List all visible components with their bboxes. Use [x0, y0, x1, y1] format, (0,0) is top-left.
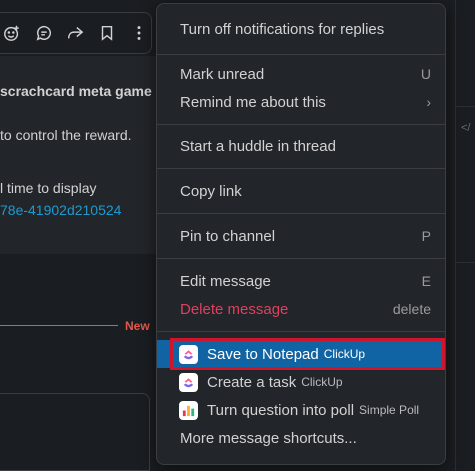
shortcut-key: P	[421, 228, 431, 244]
message-line: l time to display	[0, 180, 97, 196]
add-reaction-icon[interactable]	[0, 21, 24, 45]
clickup-icon	[179, 344, 198, 364]
code-icon: </	[461, 122, 471, 134]
menu-divider	[157, 213, 445, 214]
menu-item-pin-to-channel[interactable]: Pin to channel P	[157, 222, 445, 250]
chevron-right-icon: ›	[426, 94, 431, 110]
menu-divider	[157, 258, 445, 259]
app-name: ClickUp	[301, 375, 343, 389]
clickup-icon	[179, 372, 198, 392]
shortcut-key: delete	[392, 301, 431, 317]
message-line: to control the reward.	[0, 127, 132, 143]
forward-icon[interactable]	[64, 21, 88, 45]
menu-item-create-task[interactable]: Create a task ClickUp	[157, 368, 445, 396]
new-messages-label: New	[125, 319, 150, 333]
right-panel-edge	[455, 0, 475, 471]
app-name: ClickUp	[323, 347, 366, 361]
menu-item-copy-link[interactable]: Copy link	[157, 177, 445, 205]
menu-item-remind-me[interactable]: Remind me about this ›	[157, 88, 445, 116]
menu-item-turn-off-notifications[interactable]: Turn off notifications for replies	[157, 15, 445, 43]
message-context-menu: Turn off notifications for replies Mark …	[156, 3, 446, 465]
menu-item-edit-message[interactable]: Edit message E	[157, 267, 445, 295]
bookmark-icon[interactable]	[95, 21, 119, 45]
reply-in-thread-icon[interactable]	[32, 21, 56, 45]
message-link[interactable]: 78e-41902d210524	[0, 202, 121, 218]
menu-divider	[157, 54, 445, 55]
app-name: Simple Poll	[359, 403, 420, 417]
shortcut-key: U	[420, 66, 431, 82]
menu-item-delete-message[interactable]: Delete message delete	[157, 295, 445, 323]
menu-item-turn-question-into-poll[interactable]: Turn question into poll Simple Poll	[157, 396, 445, 424]
menu-item-more-message-shortcuts[interactable]: More message shortcuts...	[157, 424, 445, 452]
menu-item-mark-unread[interactable]: Mark unread U	[157, 60, 445, 88]
message-title: scrachcard meta game	[0, 83, 152, 99]
message-composer[interactable]	[0, 393, 150, 471]
more-actions-icon[interactable]	[127, 21, 151, 45]
menu-divider	[157, 124, 445, 125]
message-actions-toolbar	[0, 12, 152, 54]
divider	[455, 106, 475, 107]
simple-poll-icon	[179, 400, 198, 420]
menu-item-start-huddle[interactable]: Start a huddle in thread	[157, 132, 445, 160]
menu-divider	[157, 168, 445, 169]
shortcut-key: E	[421, 273, 431, 289]
menu-divider	[157, 331, 445, 332]
divider	[455, 262, 475, 263]
menu-item-save-to-notepad[interactable]: Save to Notepad ClickUp	[157, 340, 445, 368]
new-messages-divider	[0, 325, 118, 326]
